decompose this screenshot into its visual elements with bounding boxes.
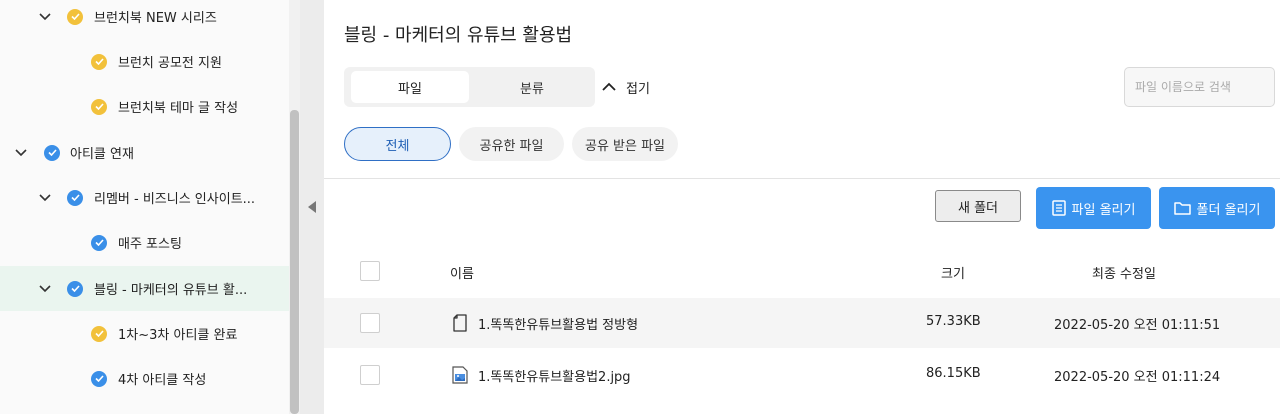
upload-folder-button[interactable]: 폴더 올리기	[1159, 187, 1275, 229]
chevron-down-icon[interactable]	[38, 282, 52, 296]
sidebar-item-article-1-3[interactable]: 1차~3차 아티클 완료	[0, 311, 289, 356]
page-title: 블링 - 마케터의 유튜브 활용법	[344, 25, 573, 46]
chevron-down-icon[interactable]	[38, 191, 52, 205]
table-row[interactable]: 1.똑똑한유튜브활용법 정방형 57.33KB 2022-05-20 오전 01…	[324, 298, 1280, 348]
chevron-up-icon	[602, 82, 616, 91]
sidebar-item-remember[interactable]: 리멤버 - 비즈니스 인사이트...	[0, 175, 289, 220]
check-circle-icon	[67, 189, 83, 206]
column-header-name[interactable]: 이름	[450, 263, 474, 282]
sidebar-item-label: 블링 - 마케터의 유튜브 활...	[94, 283, 248, 298]
sidebar-item-brunch-contest[interactable]: 브런치 공모전 지원	[0, 39, 289, 84]
sidebar-collapse-handle[interactable]	[300, 0, 324, 414]
check-circle-icon	[67, 8, 83, 25]
table-row[interactable]: 1.똑똑한유튜브활용법2.jpg 86.15KB 2022-05-20 오전 0…	[324, 350, 1280, 400]
app-window: 브런치북 NEW 시리즈 브런치 공모전 지원 브런치북 테마 글 작성 아티클…	[0, 0, 1280, 414]
tab-categories[interactable]: 분류	[473, 71, 591, 103]
table-header: 이름 크기 최종 수정일	[324, 249, 1280, 293]
file-modified: 2022-05-20 오전 01:11:24	[1054, 370, 1221, 385]
check-circle-icon	[91, 370, 107, 387]
row-checkbox[interactable]	[360, 365, 380, 385]
filter-shared[interactable]: 공유한 파일	[459, 127, 564, 161]
file-size: 86.15KB	[926, 366, 981, 381]
filter-all[interactable]: 전체	[344, 127, 451, 161]
sidebar-item-label: 1차~3차 아티클 완료	[118, 328, 238, 343]
folder-icon	[1173, 202, 1191, 215]
sidebar-item-label: 브런치북 NEW 시리즈	[94, 11, 217, 26]
check-circle-icon	[67, 280, 83, 297]
sidebar-tree: 브런치북 NEW 시리즈 브런치 공모전 지원 브런치북 테마 글 작성 아티클…	[0, 0, 289, 414]
row-checkbox[interactable]	[360, 313, 380, 333]
sidebar-item-article-4[interactable]: 4차 아티클 작성	[0, 356, 289, 401]
fold-label: 접기	[626, 81, 650, 97]
sidebar-item-label: 리멤버 - 비즈니스 인사이트...	[94, 192, 256, 207]
sidebar-item-brunchbook-theme[interactable]: 브런치북 테마 글 작성	[0, 84, 289, 129]
sidebar-item-brunchbook-new[interactable]: 브런치북 NEW 시리즈	[0, 0, 289, 39]
check-circle-icon	[91, 98, 107, 115]
tab-files[interactable]: 파일	[351, 71, 469, 103]
document-icon	[453, 314, 467, 332]
upload-file-label: 파일 올리기	[1071, 202, 1136, 218]
sidebar-item-article-series[interactable]: 아티클 연재	[0, 130, 289, 175]
main-panel: 블링 - 마케터의 유튜브 활용법 파일 분류 접기 전체 공유한 파일 공유 …	[324, 0, 1280, 414]
sidebar-item-bling-selected[interactable]: 블링 - 마케터의 유튜브 활...	[0, 266, 289, 311]
column-header-modified[interactable]: 최종 수정일	[1092, 263, 1156, 282]
divider	[324, 178, 1280, 179]
sidebar-item-label: 4차 아티클 작성	[118, 373, 207, 388]
sidebar-item-label: 매주 포스팅	[118, 237, 182, 252]
file-name[interactable]: 1.똑똑한유튜브활용법 정방형	[478, 314, 638, 333]
chevron-down-icon[interactable]	[38, 10, 52, 24]
file-modified: 2022-05-20 오전 01:11:51	[1054, 318, 1221, 333]
check-circle-icon	[91, 53, 107, 70]
sidebar-item-label: 브런치 공모전 지원	[118, 56, 222, 71]
search-input[interactable]	[1124, 67, 1275, 107]
file-size: 57.33KB	[926, 314, 981, 329]
check-circle-icon	[91, 325, 107, 342]
column-header-size[interactable]: 크기	[941, 263, 965, 282]
chevron-down-icon[interactable]	[14, 146, 28, 160]
upload-file-button[interactable]: 파일 올리기	[1036, 187, 1151, 229]
document-icon	[1051, 200, 1066, 216]
sidebar-item-label: 아티클 연재	[70, 147, 134, 162]
sidebar-item-label: 브런치북 테마 글 작성	[118, 101, 239, 116]
image-file-icon	[452, 366, 468, 384]
file-name[interactable]: 1.똑똑한유튜브활용법2.jpg	[478, 366, 631, 385]
new-folder-button[interactable]: 새 폴더	[935, 190, 1021, 222]
sidebar-scrollbar-thumb[interactable]	[290, 110, 299, 414]
triangle-left-icon	[308, 201, 316, 213]
select-all-checkbox[interactable]	[360, 261, 380, 281]
view-toggle: 파일 분류	[344, 67, 595, 107]
check-circle-icon	[91, 234, 107, 251]
check-circle-icon	[44, 144, 60, 161]
fold-button[interactable]: 접기	[602, 76, 650, 98]
upload-folder-label: 폴더 올리기	[1196, 202, 1261, 218]
filter-received[interactable]: 공유 받은 파일	[572, 127, 678, 161]
sidebar-item-weekly-posting[interactable]: 매주 포스팅	[0, 220, 289, 265]
